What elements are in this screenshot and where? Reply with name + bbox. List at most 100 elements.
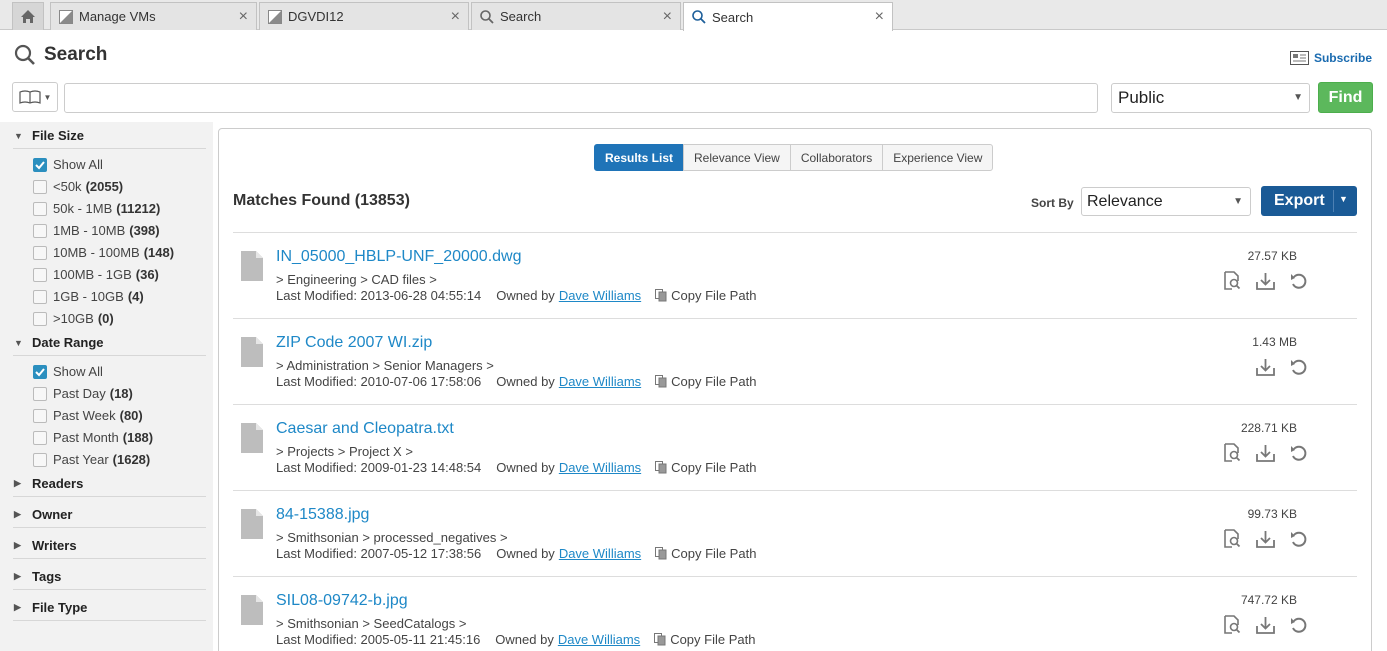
search-icon — [692, 10, 706, 24]
view-experience[interactable]: Experience View — [882, 144, 994, 171]
checkbox-checked[interactable] — [33, 157, 47, 172]
result-meta: Last Modified: 2013-06-28 04:55:14 Owned… — [276, 288, 756, 303]
checkbox[interactable] — [33, 430, 47, 445]
view-results-list[interactable]: Results List — [594, 144, 685, 171]
facet-readers-header[interactable]: ▶ Readers — [14, 476, 83, 491]
restore-button[interactable] — [1289, 615, 1308, 634]
sort-select[interactable]: Relevance ▼ — [1081, 187, 1251, 216]
preview-button[interactable] — [1223, 443, 1242, 462]
close-icon[interactable]: × — [663, 8, 672, 26]
checkbox[interactable] — [33, 245, 47, 260]
facet-option[interactable]: >10GB (0) — [33, 311, 114, 326]
facet-option[interactable]: Past Month (188) — [33, 430, 153, 445]
checkbox[interactable] — [33, 179, 47, 194]
preview-button[interactable] — [1223, 529, 1242, 548]
download-button[interactable] — [1256, 529, 1275, 548]
download-button[interactable] — [1256, 443, 1275, 462]
result-row: IN_05000_HBLP-UNF_20000.dwg > Engineerin… — [233, 232, 1357, 318]
download-button[interactable] — [1256, 615, 1275, 634]
result-path: > Smithsonian > processed_negatives > — [276, 530, 508, 545]
facet-date-range-header[interactable]: ▼ Date Range — [14, 335, 104, 350]
facet-file-size-header[interactable]: ▼ File Size — [14, 128, 84, 143]
owner-link[interactable]: Dave Williams — [559, 460, 641, 475]
result-file-name[interactable]: 84-15388.jpg — [276, 506, 369, 524]
find-button[interactable]: Find — [1318, 82, 1373, 113]
preview-button[interactable] — [1223, 271, 1242, 290]
preview-icon — [1224, 443, 1241, 462]
facet-option[interactable]: <50k (2055) — [33, 179, 123, 194]
subscribe-link[interactable]: Subscribe — [1289, 51, 1372, 65]
view-collaborators[interactable]: Collaborators — [789, 144, 884, 171]
checkbox[interactable] — [33, 452, 47, 467]
facet-writers-header[interactable]: ▶ Writers — [14, 538, 77, 553]
search-input[interactable] — [64, 83, 1098, 113]
close-icon[interactable]: × — [875, 8, 884, 26]
download-button[interactable] — [1256, 271, 1275, 290]
download-icon — [1256, 358, 1275, 376]
tab-search[interactable]: Search × — [471, 2, 681, 30]
facet-tags-header[interactable]: ▶ Tags — [14, 569, 61, 584]
copy-file-path-button[interactable]: Copy File Path — [655, 546, 756, 561]
restore-button[interactable] — [1289, 357, 1308, 376]
view-relevance[interactable]: Relevance View — [683, 144, 791, 171]
copy-file-path-button[interactable]: Copy File Path — [654, 632, 755, 647]
result-file-name[interactable]: IN_05000_HBLP-UNF_20000.dwg — [276, 248, 521, 266]
facet-option[interactable]: Past Day (18) — [33, 386, 133, 401]
copy-file-path-button[interactable]: Copy File Path — [655, 288, 756, 303]
facet-option[interactable]: 10MB - 100MB (148) — [33, 245, 174, 260]
copy-file-path-button[interactable]: Copy File Path — [655, 374, 756, 389]
tab-manage-vms[interactable]: Manage VMs × — [50, 2, 257, 30]
checkbox[interactable] — [33, 267, 47, 282]
owner-link[interactable]: Dave Williams — [558, 632, 640, 647]
facet-option[interactable]: 1MB - 10MB (398) — [33, 223, 160, 238]
scope-select[interactable]: Public ▼ — [1111, 83, 1310, 113]
owner-link[interactable]: Dave Williams — [559, 288, 641, 303]
facet-file-type-header[interactable]: ▶ File Type — [14, 600, 87, 615]
checkbox[interactable] — [33, 311, 47, 326]
result-actions — [1223, 615, 1308, 634]
result-file-name[interactable]: ZIP Code 2007 WI.zip — [276, 334, 432, 352]
checkbox[interactable] — [33, 386, 47, 401]
checkbox[interactable] — [33, 201, 47, 216]
checkbox[interactable] — [33, 289, 47, 304]
checkbox-checked[interactable] — [33, 364, 47, 379]
facet-option[interactable]: Past Week (80) — [33, 408, 143, 423]
facet-option[interactable]: 1GB - 10GB (4) — [33, 289, 144, 304]
facet-option[interactable]: Past Year (1628) — [33, 452, 150, 467]
restore-button[interactable] — [1289, 529, 1308, 548]
chevron-down-icon[interactable]: ▼ — [1339, 194, 1348, 204]
facet-option[interactable]: 100MB - 1GB (36) — [33, 267, 159, 282]
result-file-name[interactable]: SIL08-09742-b.jpg — [276, 592, 408, 610]
export-button[interactable]: Export ▼ — [1261, 186, 1357, 216]
result-file-name[interactable]: Caesar and Cleopatra.txt — [276, 420, 454, 438]
preview-button[interactable] — [1223, 615, 1242, 634]
restore-button[interactable] — [1289, 443, 1308, 462]
file-size: 747.72 KB — [1240, 593, 1297, 607]
saved-search-button[interactable]: ▼ — [12, 82, 58, 112]
owner-link[interactable]: Dave Williams — [559, 374, 641, 389]
facet-option[interactable]: 50k - 1MB (11212) — [33, 201, 160, 216]
checkbox[interactable] — [33, 223, 47, 238]
chevron-down-icon: ▼ — [1233, 196, 1243, 207]
close-icon[interactable]: × — [239, 8, 248, 26]
copy-file-path-button[interactable]: Copy File Path — [655, 460, 756, 475]
close-icon[interactable]: × — [451, 8, 460, 26]
export-label: Export — [1274, 192, 1325, 209]
checkbox[interactable] — [33, 408, 47, 423]
facet-owner-header[interactable]: ▶ Owner — [14, 507, 72, 522]
home-tab[interactable] — [12, 2, 44, 30]
copy-icon — [655, 375, 667, 388]
tab-search-active[interactable]: Search × — [683, 2, 893, 31]
owner-link[interactable]: Dave Williams — [559, 546, 641, 561]
facet-option-label: Past Week — [53, 408, 116, 423]
facet-option[interactable]: Show All — [33, 364, 103, 379]
undo-icon — [1290, 359, 1306, 375]
result-actions — [1256, 357, 1308, 376]
facet-title: Tags — [32, 569, 62, 584]
restore-button[interactable] — [1289, 271, 1308, 290]
search-bar: ▼ Public ▼ Find — [12, 82, 1374, 114]
download-button[interactable] — [1256, 357, 1275, 376]
tab-dgvdi12[interactable]: DGVDI12 × — [259, 2, 469, 30]
home-icon — [21, 10, 35, 23]
facet-option[interactable]: Show All — [33, 157, 103, 172]
